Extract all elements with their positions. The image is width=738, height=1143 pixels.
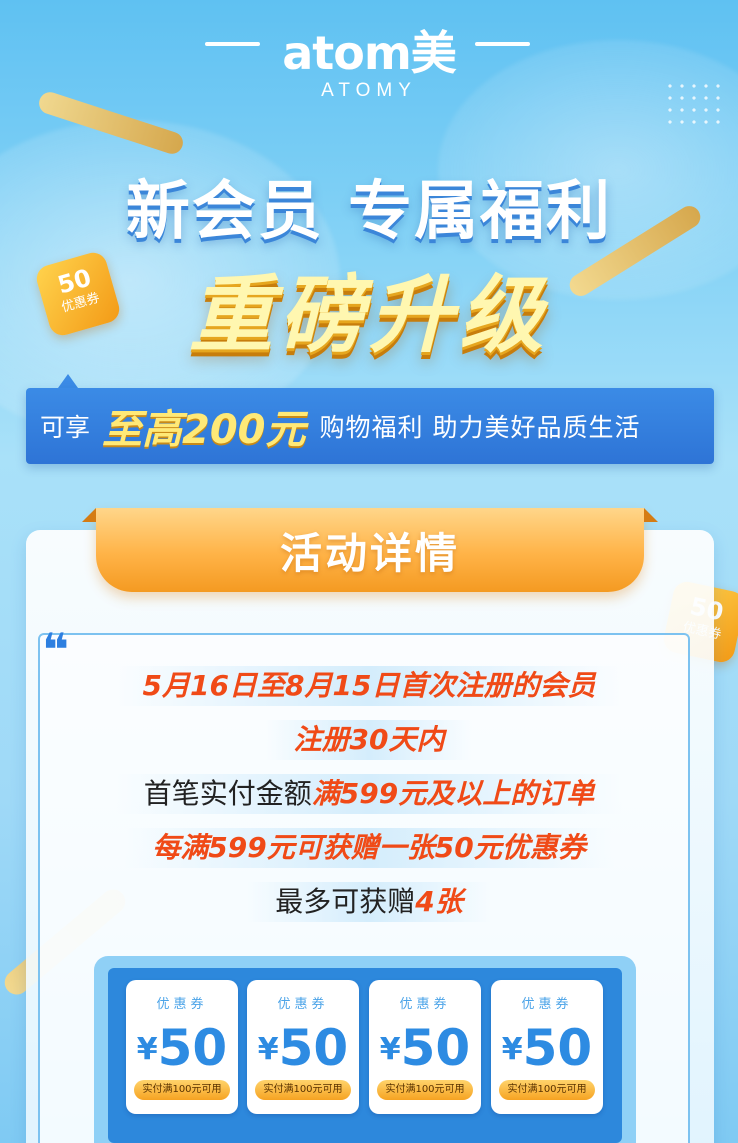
coupon-title: 优惠券 — [521, 997, 573, 1012]
coupon-currency: ¥ — [501, 1032, 523, 1067]
benefit-bar-pointer — [58, 374, 78, 388]
details-title: 活动详情 — [279, 529, 460, 578]
coupon-amount: 50 — [522, 1019, 593, 1077]
promo-page: atom美 ATOMY 新会员 专属福利 重磅升级 50 优惠券 50 优惠券 … — [0, 0, 738, 1143]
coupon-title: 优惠券 — [399, 997, 451, 1012]
coupon-value: ¥50 — [369, 1020, 481, 1088]
coupon-amount: 50 — [278, 1019, 349, 1077]
coupon-amount: 50 — [157, 1019, 228, 1077]
detail-line-2: 注册30天内 — [0, 720, 738, 760]
benefit-highlight: 至高200元 — [102, 407, 306, 453]
coupon-card: 优惠券 ¥50 实付满100元可用 — [126, 980, 238, 1114]
detail-line-3: 首笔实付金额满599元及以上的订单 — [0, 774, 738, 814]
coupon-value: ¥50 — [126, 1020, 238, 1088]
coupon-value: ¥50 — [491, 1020, 603, 1088]
benefit-prefix: 可享 — [40, 413, 91, 442]
detail-text: 注册30天内 — [265, 720, 473, 760]
detail-text: 每满599元可获赠一张50元优惠券 — [124, 828, 614, 868]
logo-subtitle: ATOMY — [321, 80, 417, 101]
benefit-suffix: 购物福利 助力美好品质生活 — [319, 413, 641, 442]
coupon-currency: ¥ — [257, 1032, 279, 1067]
coupon-condition: 实付满100元可用 — [134, 1080, 230, 1100]
detail-text-plain: 最多可获赠 — [275, 885, 416, 918]
detail-text-highlight: 4张 — [415, 885, 463, 918]
coupon-condition: 实付满100元可用 — [499, 1080, 595, 1100]
coupon-card: 优惠券 ¥50 实付满100元可用 — [491, 980, 603, 1114]
detail-text-plain: 首笔实付金额 — [143, 777, 312, 810]
coupon-card: 优惠券 ¥50 实付满100元可用 — [369, 980, 481, 1114]
coupon-title: 优惠券 — [277, 997, 329, 1012]
detail-band: 首笔实付金额满599元及以上的订单 — [115, 774, 623, 814]
detail-text-highlight: 满599元及以上的订单 — [311, 777, 595, 810]
coupon-currency: ¥ — [136, 1032, 158, 1067]
coupon-value: ¥50 — [247, 1020, 359, 1088]
tab-fold-right — [644, 508, 658, 522]
detail-line-1: 5月16日至8月15日首次注册的会员 — [0, 666, 738, 706]
coupon-card: 优惠券 ¥50 实付满100元可用 — [247, 980, 359, 1114]
coupon-amount: 50 — [400, 1019, 471, 1077]
detail-line-5: 最多可获赠4张 — [0, 882, 738, 922]
coupon-condition: 实付满100元可用 — [377, 1080, 473, 1100]
benefit-banner: 可享 至高200元 购物福利 助力美好品质生活 — [26, 388, 714, 464]
logo-wordmark: atom美 — [282, 26, 457, 80]
brand-logo: atom美 ATOMY — [0, 28, 738, 102]
tab-fold-left — [82, 508, 96, 522]
headline-primary: 新会员 专属福利 — [125, 175, 613, 249]
coupon-currency: ¥ — [379, 1032, 401, 1067]
coupon-condition: 实付满100元可用 — [255, 1080, 351, 1100]
quote-mark-icon: ❝ — [42, 623, 69, 677]
detail-line-4: 每满599元可获赠一张50元优惠券 — [0, 828, 738, 868]
detail-text: 5月16日至8月15日首次注册的会员 — [114, 666, 624, 706]
detail-band: 最多可获赠4张 — [247, 882, 491, 922]
coupon-title: 优惠券 — [156, 997, 208, 1012]
